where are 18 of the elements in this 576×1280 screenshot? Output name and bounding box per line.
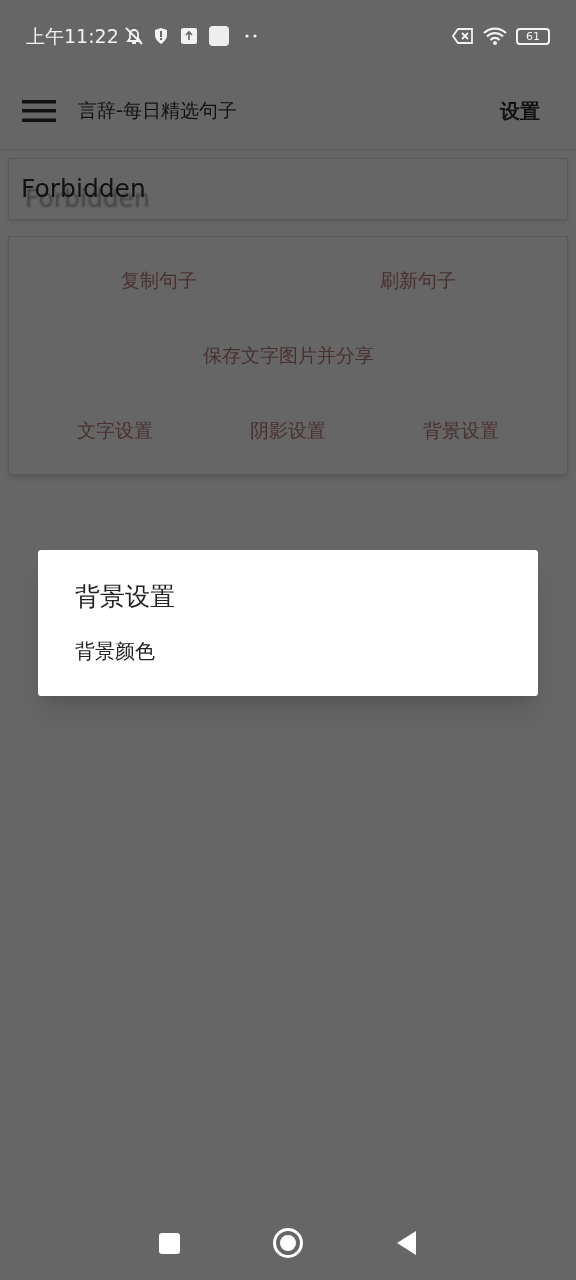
back-icon[interactable] (395, 1230, 418, 1256)
status-time: 上午11:22 (26, 23, 119, 49)
shield-icon (152, 27, 169, 45)
upload-icon (180, 28, 197, 44)
sentence-text: Forbidden (21, 173, 146, 206)
wifi-icon (482, 26, 508, 46)
app-title: 言辞-每日精选句子 (78, 98, 237, 124)
dialog-title: 背景设置 (75, 581, 176, 613)
battery-indicator: 61 (516, 27, 550, 45)
recents-button[interactable] (158, 1232, 180, 1254)
muted-bell-icon (122, 25, 145, 47)
dialog-option[interactable]: 背景颜色 (75, 635, 501, 666)
menu-icon[interactable] (22, 98, 56, 123)
home-button[interactable] (272, 1228, 303, 1258)
more-icon (244, 34, 259, 38)
sim-icon (452, 27, 474, 45)
notification-icon (208, 26, 229, 46)
settings-button[interactable]: 设置 (500, 95, 540, 126)
